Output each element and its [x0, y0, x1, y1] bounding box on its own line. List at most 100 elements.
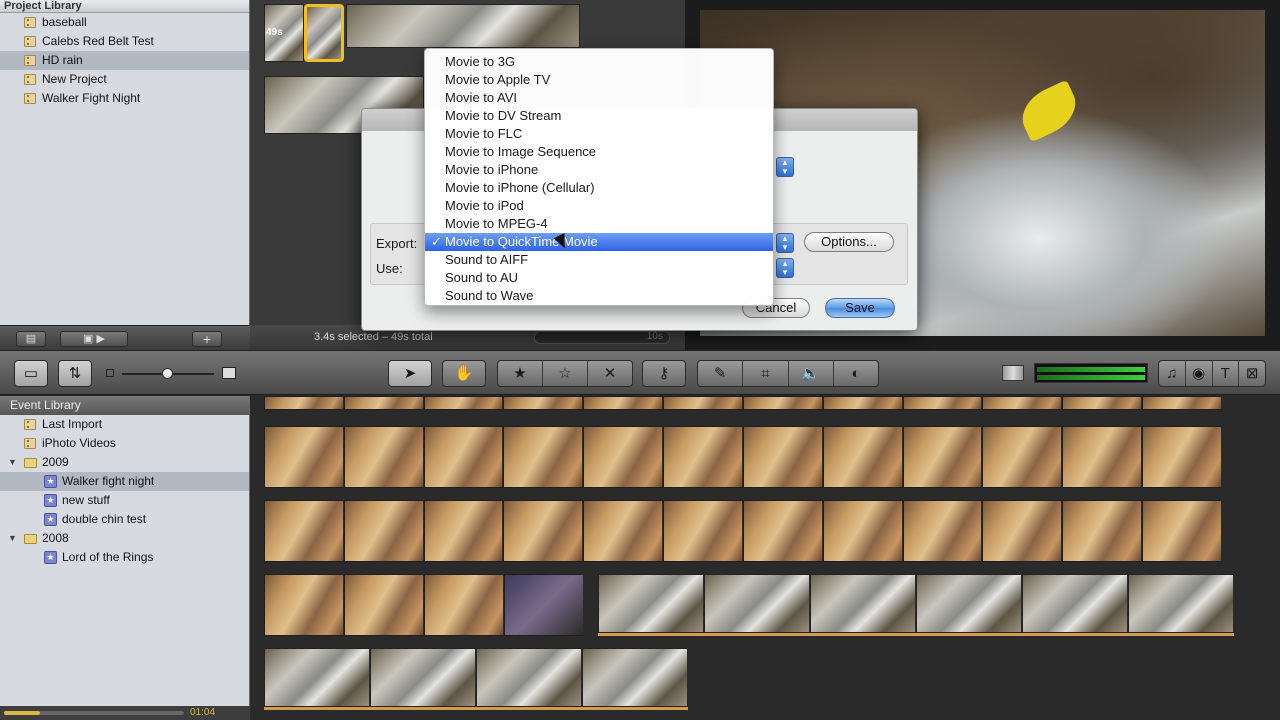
- select-tool-button[interactable]: ➤: [388, 360, 432, 387]
- audio-meter-icon: [1034, 363, 1148, 383]
- slider-knob[interactable]: [162, 368, 173, 379]
- menu-item-movie-to-flc[interactable]: Movie to FLC: [425, 125, 773, 143]
- project-clip-strip[interactable]: [346, 4, 580, 48]
- event-year-2009[interactable]: ▼ 2009: [0, 453, 249, 472]
- menu-item-sound-to-wave[interactable]: Sound to Wave: [425, 287, 773, 305]
- export-format-menu: Movie to 3G Movie to Apple TV Movie to A…: [424, 48, 774, 306]
- menu-item-movie-to-image-sequence[interactable]: Movie to Image Sequence: [425, 143, 773, 161]
- adjust-icon[interactable]: ◐: [834, 361, 878, 386]
- project-item-baseball[interactable]: baseball: [0, 13, 249, 32]
- film-icon: [24, 93, 36, 104]
- clip-strip-row-3a[interactable]: [264, 574, 584, 636]
- event-item-label: Lord of the Rings: [62, 550, 154, 564]
- keyword-button[interactable]: ⚷: [642, 360, 686, 387]
- event-item-lord-of-the-rings[interactable]: ★ Lord of the Rings: [0, 548, 249, 567]
- use-label: Use:: [376, 261, 403, 276]
- disclosure-triangle-icon[interactable]: ▼: [8, 453, 17, 472]
- event-star-icon: ★: [44, 475, 57, 488]
- film-icon: [24, 36, 36, 47]
- film-icon: [24, 438, 36, 449]
- menu-item-movie-to-ipod[interactable]: Movie to iPod: [425, 197, 773, 215]
- project-item-hd-rain[interactable]: HD rain: [0, 51, 249, 70]
- menu-item-movie-to-dv-stream[interactable]: Movie to DV Stream: [425, 107, 773, 125]
- options-button[interactable]: Options...: [804, 232, 894, 252]
- playback-time: 01:04: [190, 707, 216, 718]
- export-dropdown-arrows-icon[interactable]: ▲ ▼: [776, 233, 794, 253]
- menu-item-movie-to-mpeg-4[interactable]: Movie to MPEG-4: [425, 215, 773, 233]
- project-library-title: Project Library: [0, 0, 249, 13]
- menu-item-movie-to-quicktime-movie[interactable]: ✓ Movie to QuickTime Movie: [425, 233, 773, 251]
- photo-icon[interactable]: ◉: [1186, 361, 1213, 386]
- camera-import-button[interactable]: ▭: [14, 360, 48, 387]
- yellow-leaf: [1013, 79, 1085, 143]
- event-library-panel: Event Library Last Import iPhoto Videos …: [0, 396, 250, 706]
- audio-icon[interactable]: 🔈: [789, 361, 834, 386]
- clip-strip-row-4[interactable]: [264, 648, 688, 710]
- zoom-level: 10s: [646, 331, 663, 342]
- eyedropper-icon[interactable]: ✎: [698, 361, 744, 386]
- add-project-button[interactable]: +: [192, 331, 222, 347]
- event-playback-bar: 01:04: [0, 706, 250, 720]
- menu-item-sound-to-au[interactable]: Sound to AU: [425, 269, 773, 287]
- checkmark-icon: ✓: [431, 234, 442, 249]
- show-project-icon[interactable]: ▤: [16, 331, 46, 347]
- event-item-double-chin-test[interactable]: ★ double chin test: [0, 510, 249, 529]
- clip-strip-row-0[interactable]: [264, 396, 1222, 410]
- small-thumb-icon: [106, 369, 114, 377]
- project-item-label: Walker Fight Night: [42, 91, 141, 105]
- clip-strip-row-3b[interactable]: [598, 574, 1234, 636]
- export-label: Export:: [376, 236, 418, 251]
- menu-item-movie-to-3g[interactable]: Movie to 3G: [425, 53, 773, 71]
- selection-status: 3.4s selected – 49s total: [314, 331, 433, 343]
- folder-icon: [24, 534, 37, 544]
- thumbnail-size-slider[interactable]: [122, 368, 214, 379]
- unmark-star-icon[interactable]: ☆: [543, 361, 588, 386]
- browser-buttons: ♫ ◉ T ⊠: [1158, 360, 1266, 387]
- event-item-label: new stuff: [62, 493, 110, 507]
- project-item-label: baseball: [42, 15, 87, 29]
- rating-buttons: ★ ☆ ✕: [497, 360, 633, 387]
- save-button[interactable]: Save: [825, 298, 895, 318]
- menu-item-movie-to-apple-tv[interactable]: Movie to Apple TV: [425, 71, 773, 89]
- project-item-new-project[interactable]: New Project: [0, 70, 249, 89]
- camera-icon: ▭: [23, 365, 39, 382]
- zoom-slider[interactable]: 10s: [534, 331, 670, 344]
- reject-x-icon[interactable]: ✕: [588, 361, 632, 386]
- music-icon[interactable]: ♫: [1159, 361, 1186, 386]
- menu-item-movie-to-iphone[interactable]: Movie to iPhone: [425, 161, 773, 179]
- folder-icon: [24, 458, 37, 468]
- menu-item-movie-to-avi[interactable]: Movie to AVI: [425, 89, 773, 107]
- clip-strip-row-1[interactable]: [264, 426, 1222, 488]
- project-item-walker-fight-night[interactable]: Walker Fight Night: [0, 89, 249, 108]
- playback-progress[interactable]: [4, 711, 184, 715]
- event-item-label: 2008: [42, 531, 69, 545]
- project-library-panel: Project Library baseball Calebs Red Belt…: [0, 0, 250, 325]
- menu-item-movie-to-iphone-cellular[interactable]: Movie to iPhone (Cellular): [425, 179, 773, 197]
- save-as-dropdown-arrows-icon[interactable]: ▲ ▼: [776, 157, 794, 177]
- swap-button[interactable]: ⇅: [58, 360, 92, 387]
- title-icon[interactable]: T: [1213, 361, 1240, 386]
- menu-item-sound-to-aiff[interactable]: Sound to AIFF: [425, 251, 773, 269]
- disclosure-triangle-icon[interactable]: ▼: [8, 529, 17, 548]
- use-dropdown-arrows-icon[interactable]: ▲ ▼: [776, 258, 794, 278]
- audio-skim-toggle[interactable]: [1002, 365, 1024, 381]
- key-icon: ⚷: [658, 365, 670, 382]
- clip-strip-row-2[interactable]: [264, 500, 1222, 562]
- crop-icon[interactable]: ⌗: [743, 361, 789, 386]
- project-item-calebs-red-belt-test[interactable]: Calebs Red Belt Test: [0, 32, 249, 51]
- film-icon: [24, 419, 36, 430]
- event-year-2008[interactable]: ▼ 2008: [0, 529, 249, 548]
- hand-tool-button[interactable]: ✋: [442, 360, 486, 387]
- project-item-label: Calebs Red Belt Test: [42, 34, 154, 48]
- selected-clip[interactable]: [304, 4, 344, 62]
- play-fullscreen-icon: ▣ ▶: [83, 333, 105, 345]
- play-project-button[interactable]: ▣ ▶: [60, 331, 128, 347]
- event-browser: [250, 396, 1280, 720]
- event-item-last-import[interactable]: Last Import: [0, 415, 249, 434]
- event-item-iphoto-videos[interactable]: iPhoto Videos: [0, 434, 249, 453]
- event-item-label: 2009: [42, 455, 69, 469]
- favorite-star-icon[interactable]: ★: [498, 361, 543, 386]
- event-item-new-stuff[interactable]: ★ new stuff: [0, 491, 249, 510]
- transition-icon[interactable]: ⊠: [1239, 361, 1265, 386]
- event-item-walker-fight-night[interactable]: ★ Walker fight night: [0, 472, 249, 491]
